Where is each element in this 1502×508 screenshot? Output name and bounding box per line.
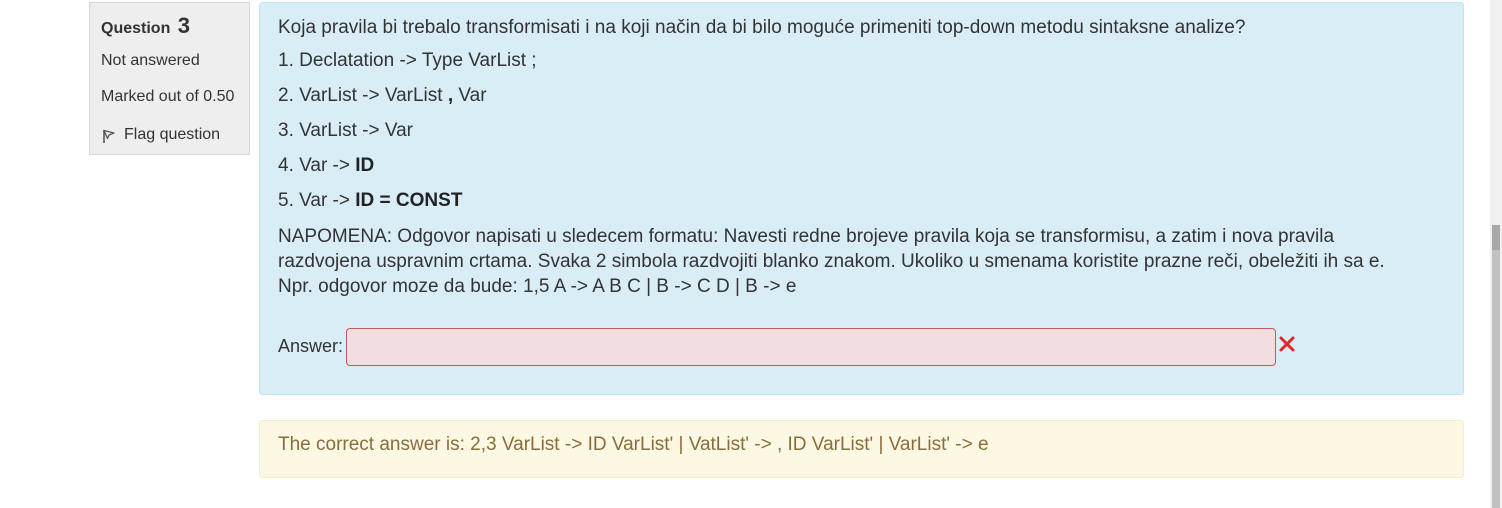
- question-state: Not answered: [101, 52, 200, 69]
- question-page: Question 3 Not answered Marked out of 0.…: [0, 0, 1502, 508]
- correct-answer-text: The correct answer is: 2,3 VarList -> ID…: [278, 434, 989, 455]
- flag-question-label[interactable]: Flag question: [124, 126, 220, 144]
- rule-3: 3. VarList -> Var: [278, 120, 413, 142]
- scrollbar-thumb-top[interactable]: [1492, 225, 1500, 250]
- rule-5-text: 5. Var ->: [278, 190, 356, 211]
- cross-icon: [1279, 336, 1295, 352]
- rule-3-text: 3. VarList -> Var: [278, 120, 413, 141]
- rule-5-bold: ID = CONST: [355, 190, 463, 211]
- rule-1-text: 1. Declatation -> Type VarList ;: [278, 50, 537, 71]
- question-text: Koja pravila bi trebalo transformisati i…: [278, 17, 1246, 38]
- question-content: Koja pravila bi trebalo transformisati i…: [259, 2, 1464, 395]
- rule-4: 4. Var -> ID: [278, 155, 374, 177]
- question-number: 3: [177, 13, 191, 38]
- rule-4-text: 4. Var ->: [278, 155, 356, 176]
- scrollbar-thumb[interactable]: [1492, 250, 1500, 508]
- rule-2-suffix: Var: [453, 85, 487, 106]
- answer-label: Answer:: [278, 336, 344, 356]
- correct-answer-feedback: The correct answer is: 2,3 VarList -> ID…: [259, 420, 1464, 478]
- answer-input[interactable]: [346, 328, 1276, 366]
- question-note: NAPOMENA: Odgovor napisati u sledecem fo…: [278, 226, 1385, 297]
- question-grade: Marked out of 0.50: [101, 88, 235, 105]
- rule-2: 2. VarList -> VarList , Var: [278, 85, 487, 107]
- rule-2-text: 2. VarList -> VarList: [278, 85, 448, 106]
- rule-5: 5. Var -> ID = CONST: [278, 190, 462, 212]
- question-label: Question: [101, 20, 171, 37]
- question-title: Question 3: [101, 13, 190, 39]
- flag-question-link[interactable]: Flag question: [101, 125, 220, 144]
- rule-4-bold: ID: [355, 155, 375, 176]
- question-info-panel: Question 3 Not answered Marked out of 0.…: [89, 2, 250, 155]
- flag-icon[interactable]: [101, 128, 117, 144]
- rule-1: 1. Declatation -> Type VarList ;: [278, 50, 537, 72]
